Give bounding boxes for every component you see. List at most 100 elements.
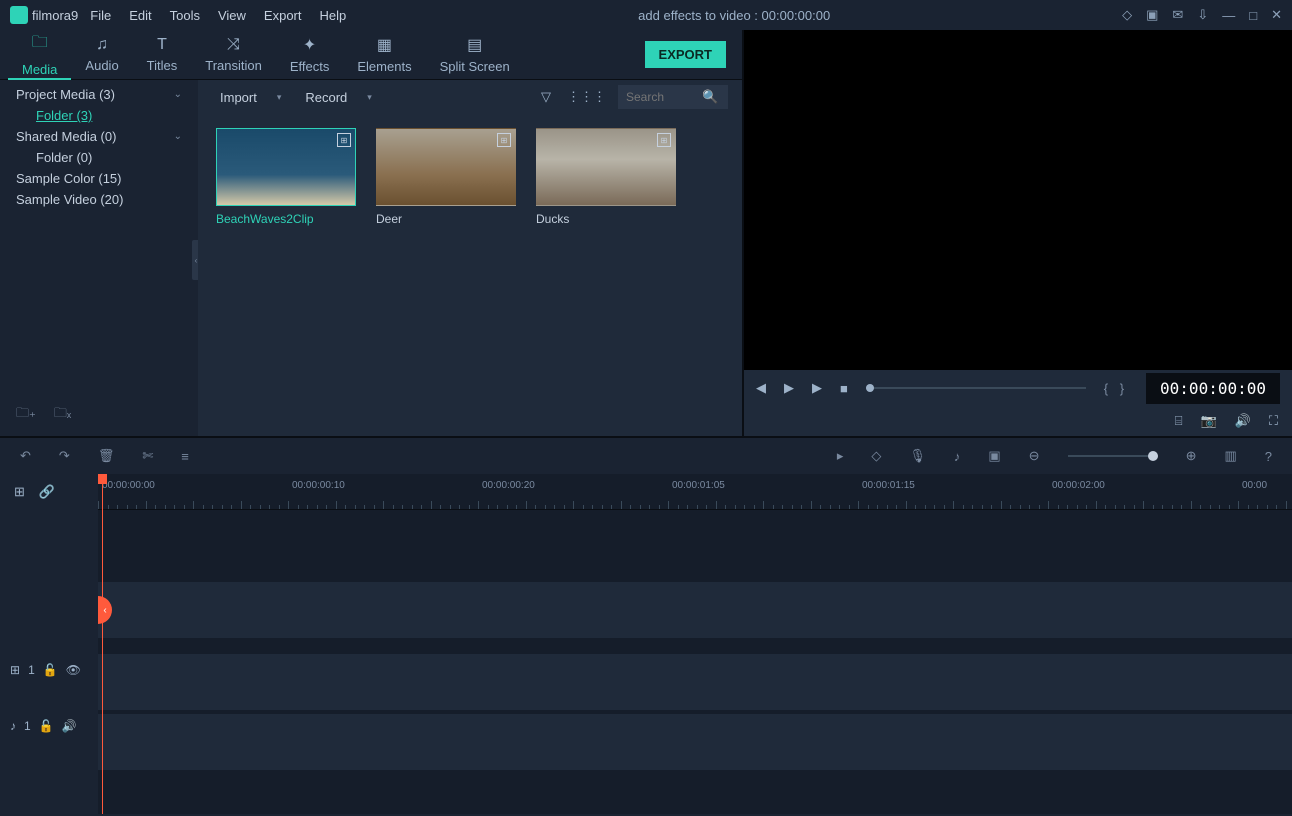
sidebar-sample-video[interactable]: Sample Video (20) xyxy=(0,189,198,210)
new-folder-icon[interactable]: 🗀₊ xyxy=(16,404,36,426)
titlebar: filmora9 File Edit Tools View Export Hel… xyxy=(0,0,1292,30)
sidebar-label: Sample Color (15) xyxy=(16,171,122,186)
media-clip-ducks[interactable]: ⊞ Ducks xyxy=(536,128,676,226)
preview-timecode: 00:00:00:00 xyxy=(1146,373,1280,404)
close-icon[interactable]: ✕ xyxy=(1271,7,1282,23)
scrubber-handle[interactable] xyxy=(866,384,874,392)
minimize-icon[interactable]: — xyxy=(1222,8,1235,23)
tab-media-label: Media xyxy=(22,62,57,77)
menu-bar: File Edit Tools View Export Help xyxy=(90,8,346,23)
tab-transition[interactable]: ⤨Transition xyxy=(191,30,276,80)
sidebar-label: Folder (3) xyxy=(36,108,92,123)
menu-help[interactable]: Help xyxy=(320,8,347,23)
zoom-out-icon[interactable]: ⊖ xyxy=(1029,448,1040,464)
account-icon[interactable]: ◇ xyxy=(1122,7,1132,23)
tab-titles-label: Titles xyxy=(147,58,178,73)
tracks-manage-icon[interactable]: ▥ xyxy=(1224,448,1236,464)
video-track-row[interactable] xyxy=(98,654,1292,710)
help-icon[interactable]: ? xyxy=(1265,449,1272,464)
search-icon[interactable]: 🔍 xyxy=(702,89,718,105)
media-clip-beachwaves[interactable]: ⊞ BeachWaves2Clip xyxy=(216,128,356,226)
filter-icon[interactable]: ▽ xyxy=(537,85,555,109)
menu-tools[interactable]: Tools xyxy=(170,8,200,23)
audio-track-header[interactable]: ♪ 1 🔓 🔊 xyxy=(0,698,98,754)
grid-view-icon[interactable]: ⋮⋮⋮ xyxy=(563,85,610,109)
track-row[interactable]: ‹ xyxy=(98,582,1292,638)
search-input[interactable] xyxy=(626,90,696,104)
tracks-area[interactable]: 00:00:00:00 00:00:00:10 00:00:00:20 00:0… xyxy=(98,474,1292,814)
track-row[interactable] xyxy=(98,510,1292,582)
elements-icon: ▦ xyxy=(377,35,392,55)
tab-elements-label: Elements xyxy=(357,59,411,74)
delete-icon[interactable]: 🗑 xyxy=(98,448,115,464)
tab-elements[interactable]: ▦ Elements xyxy=(343,30,425,80)
undo-icon[interactable]: ↶ xyxy=(20,448,31,464)
audio-mixer-icon[interactable]: ♪ xyxy=(954,449,961,464)
sidebar-sample-color[interactable]: Sample Color (15) xyxy=(0,168,198,189)
zoom-handle[interactable] xyxy=(1148,451,1158,461)
track-add-icon[interactable]: ⊞ xyxy=(14,484,25,500)
folder-icon: 🗀 xyxy=(32,31,48,58)
render-icon[interactable]: ▸ xyxy=(837,448,844,464)
preview-viewport[interactable] xyxy=(744,30,1292,370)
delete-folder-icon[interactable]: 🗀ₓ xyxy=(54,404,71,426)
text-icon: T xyxy=(157,36,167,54)
video-track-header[interactable]: ⊞ 1 🔓 👁 xyxy=(0,642,98,698)
menu-export[interactable]: Export xyxy=(264,8,302,23)
maximize-icon[interactable]: □ xyxy=(1249,8,1257,23)
preview-scrubber[interactable] xyxy=(866,387,1086,389)
fullscreen-icon[interactable]: ⛶ xyxy=(1269,413,1278,429)
video-track-icon: ⊞ xyxy=(10,663,20,677)
lock-icon[interactable]: 🔓 xyxy=(39,719,54,733)
split-icon[interactable]: ✄ xyxy=(142,448,153,464)
marker-icon[interactable]: ◇ xyxy=(871,448,881,464)
redo-icon[interactable]: ↷ xyxy=(59,448,70,464)
mute-icon[interactable]: 🔊 xyxy=(62,719,77,733)
transition-icon: ⤨ xyxy=(227,36,240,54)
snapshot-icon[interactable]: 📷 xyxy=(1201,413,1217,429)
media-clip-deer[interactable]: ⊞ Deer xyxy=(376,128,516,226)
play-icon[interactable]: ▶ xyxy=(784,380,794,396)
adjust-icon[interactable]: ≡ xyxy=(181,449,189,464)
zoom-in-icon[interactable]: ⊕ xyxy=(1186,448,1197,464)
sidebar-shared-media[interactable]: Shared Media (0)⌄ xyxy=(0,126,198,147)
export-button[interactable]: EXPORT xyxy=(645,41,726,68)
playhead-marker[interactable] xyxy=(98,474,107,484)
audio-track-row[interactable] xyxy=(98,714,1292,770)
sidebar-project-media[interactable]: Project Media (3)⌄ xyxy=(0,84,198,105)
tab-effects[interactable]: ✦Effects xyxy=(276,30,344,80)
visibility-icon[interactable]: 👁 xyxy=(66,663,81,677)
download-icon[interactable]: ⇩ xyxy=(1197,7,1208,23)
tab-titles[interactable]: T Titles xyxy=(133,30,192,80)
prev-frame-icon[interactable]: ◀ xyxy=(756,380,766,396)
lock-icon[interactable]: 🔓 xyxy=(43,663,58,677)
sidebar-folder-3[interactable]: Folder (3) xyxy=(0,105,198,126)
mark-in-out[interactable]: { } xyxy=(1104,381,1128,396)
menu-view[interactable]: View xyxy=(218,8,246,23)
crop-icon[interactable]: ▣ xyxy=(988,448,1000,464)
media-browser: Import▾ Record▾ ▽ ⋮⋮⋮ 🔍 ⊞ BeachWaves2Cli… xyxy=(198,80,742,436)
link-icon[interactable]: 🔗 xyxy=(39,484,55,500)
time-ruler[interactable]: 00:00:00:00 00:00:00:10 00:00:00:20 00:0… xyxy=(98,474,1292,510)
voiceover-icon[interactable]: 🎙 xyxy=(909,448,926,464)
tab-splitscreen[interactable]: ▤Split Screen xyxy=(426,30,524,80)
clip-trim-handle[interactable]: ‹ xyxy=(98,596,112,624)
tab-media[interactable]: 🗀 Media xyxy=(8,30,71,80)
message-icon[interactable]: ✉ xyxy=(1172,7,1183,23)
playhead[interactable] xyxy=(102,474,103,814)
import-dropdown[interactable]: Import▾ xyxy=(212,86,289,109)
tab-audio-label: Audio xyxy=(85,58,118,73)
ruler-label: 00:00:00:10 xyxy=(292,480,345,491)
search-box[interactable]: 🔍 xyxy=(618,85,728,109)
menu-file[interactable]: File xyxy=(90,8,111,23)
save-icon[interactable]: ▣ xyxy=(1146,7,1158,23)
record-dropdown[interactable]: Record▾ xyxy=(297,86,379,109)
quality-icon[interactable]: ⌸ xyxy=(1175,413,1183,429)
next-frame-icon[interactable]: ▶ xyxy=(812,380,822,396)
stop-icon[interactable]: ■ xyxy=(840,381,848,396)
menu-edit[interactable]: Edit xyxy=(129,8,151,23)
sidebar-folder-0[interactable]: Folder (0) xyxy=(0,147,198,168)
zoom-slider[interactable] xyxy=(1068,455,1158,457)
tab-audio[interactable]: ♫Audio xyxy=(71,30,132,80)
volume-icon[interactable]: 🔊 xyxy=(1235,413,1251,429)
